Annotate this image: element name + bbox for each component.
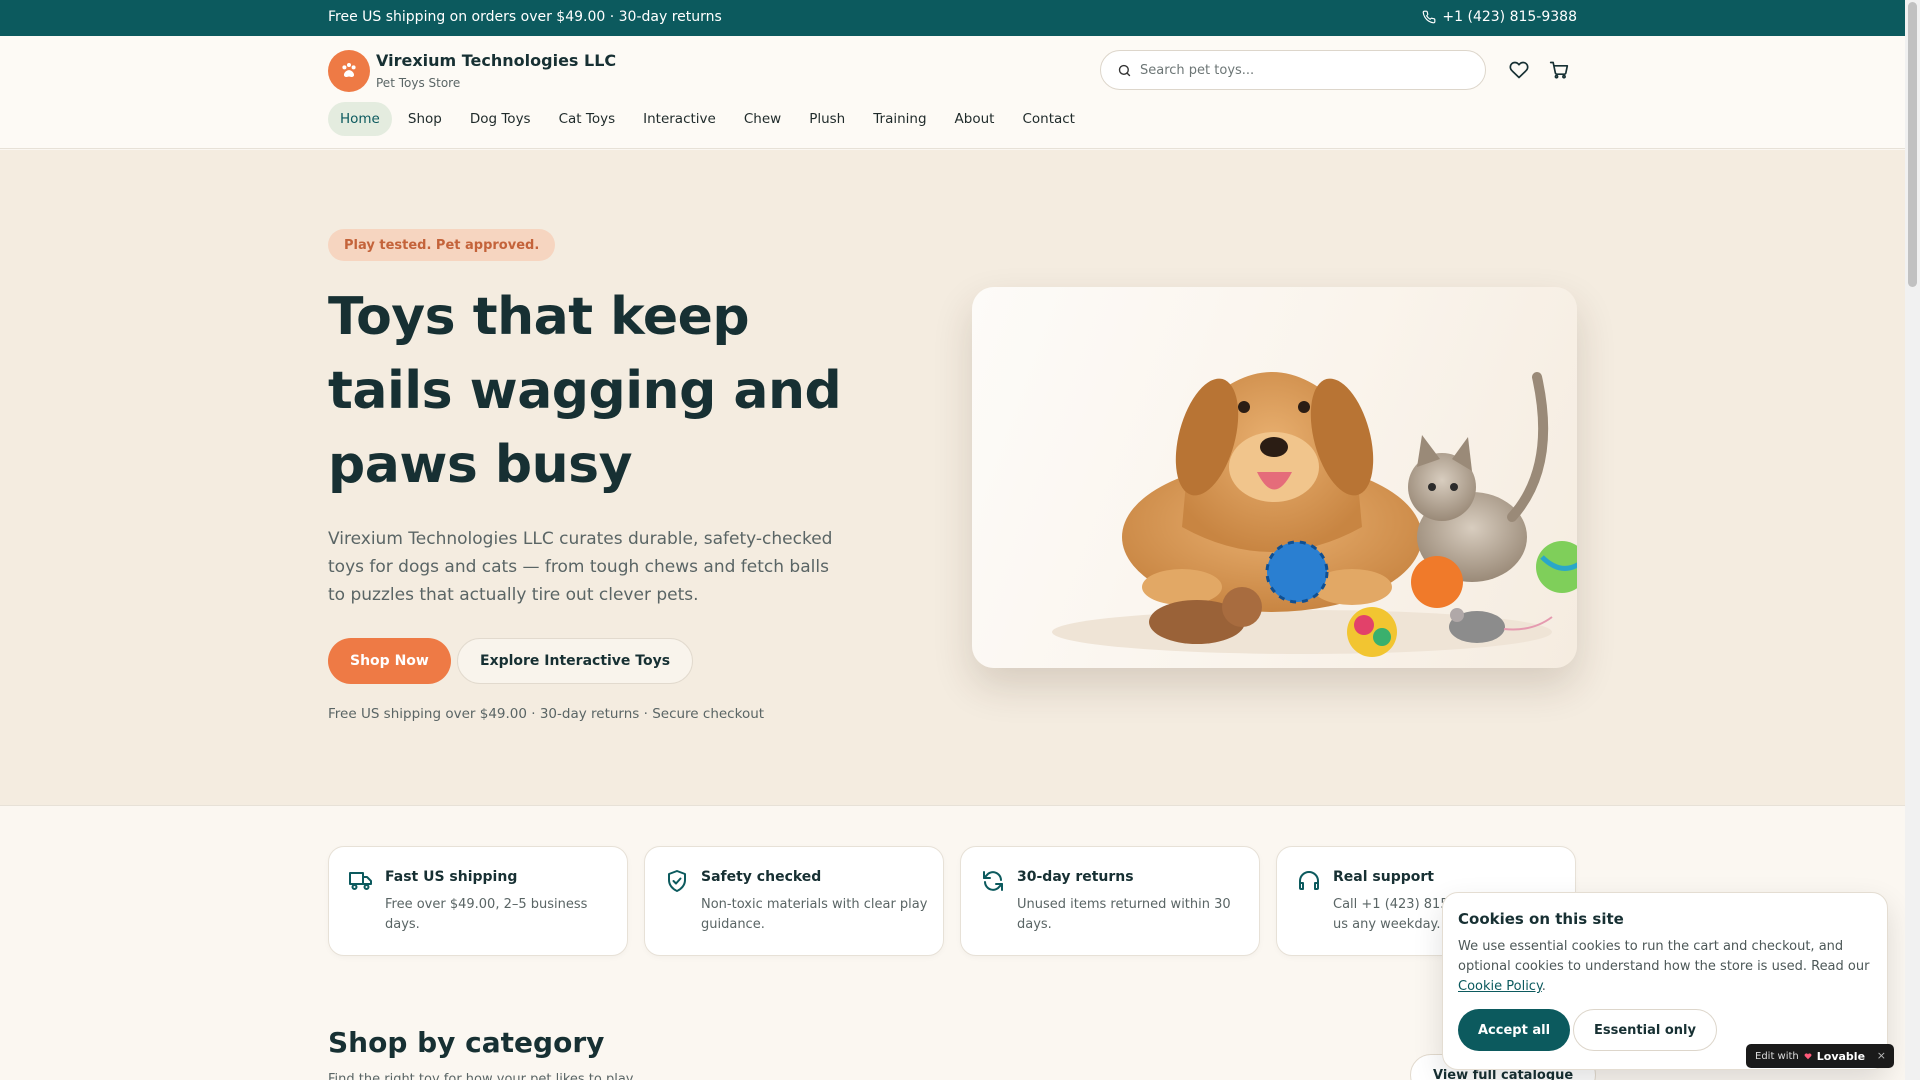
promo-text: Free US shipping on orders over $49.00 ·… xyxy=(328,9,722,25)
feature-desc: Free over $49.00, 2–5 business days. xyxy=(385,897,588,932)
phone-link[interactable]: +1 (423) 815-9388 xyxy=(1422,9,1577,25)
knot-ball xyxy=(1347,607,1397,657)
feature-card: Safety checked Non-toxic materials with … xyxy=(644,846,944,956)
nav-training[interactable]: Training xyxy=(861,102,938,136)
scrollbar-thumb[interactable] xyxy=(1908,2,1917,287)
cookie-body: We use essential cookies to run the cart… xyxy=(1458,939,1870,974)
blue-ball xyxy=(1267,542,1327,602)
feature-desc: Non-toxic materials with clear play guid… xyxy=(701,897,928,932)
logo[interactable] xyxy=(328,50,370,92)
feature-title: Safety checked xyxy=(701,869,822,885)
nav-contact[interactable]: Contact xyxy=(1010,102,1087,136)
nav-dog-toys[interactable]: Dog Toys xyxy=(458,102,543,136)
nav-cat-toys[interactable]: Cat Toys xyxy=(547,102,628,136)
phone-number: +1 (423) 815-9388 xyxy=(1442,9,1577,25)
heart-icon xyxy=(1509,61,1529,79)
badge-prefix: Edit with xyxy=(1755,1050,1799,1062)
close-icon[interactable]: × xyxy=(1877,1049,1886,1062)
feature-title: 30-day returns xyxy=(1017,869,1134,885)
headset-icon xyxy=(1299,871,1319,890)
dog-cat-toys-illustration xyxy=(1052,372,1577,657)
category-section-title: Shop by category xyxy=(328,1026,605,1059)
wishlist-button[interactable] xyxy=(1507,58,1531,82)
shield-check-icon xyxy=(668,870,686,892)
orange-ball xyxy=(1411,556,1463,608)
cookie-policy-link[interactable]: Cookie Policy xyxy=(1458,979,1542,994)
search-box[interactable] xyxy=(1100,50,1486,90)
feature-title: Fast US shipping xyxy=(385,869,518,885)
hero-badge: Play tested. Pet approved. xyxy=(328,229,556,261)
lovable-heart-icon xyxy=(1804,1053,1812,1060)
phone-icon xyxy=(1423,10,1436,24)
search-input[interactable] xyxy=(1140,62,1440,78)
hero-section: Play tested. Pet approved. Toys that kee… xyxy=(0,150,1905,806)
paw-icon xyxy=(342,63,356,77)
feature-cards: Fast US shipping Free over $49.00, 2–5 b… xyxy=(328,846,1576,956)
badge-brand: Lovable xyxy=(1816,1049,1866,1063)
feature-title: Real support xyxy=(1333,869,1434,885)
cart-icon xyxy=(1549,61,1569,79)
explore-interactive-button[interactable]: Explore Interactive Toys xyxy=(457,638,694,684)
hero-note: Free US shipping over $49.00 · 30-day re… xyxy=(328,706,765,722)
shop-now-button[interactable]: Shop Now xyxy=(328,638,451,684)
site-header: Virexium Technologies LLC Pet Toys Store… xyxy=(0,36,1905,149)
nav-interactive[interactable]: Interactive xyxy=(631,102,728,136)
cookie-title: Cookies on this site xyxy=(1458,910,1624,928)
nav-chew[interactable]: Chew xyxy=(732,102,793,136)
hero-image xyxy=(972,287,1577,668)
page-scrollbar[interactable] xyxy=(1905,0,1920,1080)
main-nav: Home Shop Dog Toys Cat Toys Interactive … xyxy=(328,102,1087,136)
brand-tagline: Pet Toys Store xyxy=(376,76,461,90)
nav-home[interactable]: Home xyxy=(328,102,392,136)
search-icon xyxy=(1118,64,1131,76)
nav-about[interactable]: About xyxy=(943,102,1007,136)
cart-button[interactable] xyxy=(1547,58,1571,82)
feature-desc: Unused items returned within 30 days. xyxy=(1017,897,1231,932)
promo-bar: Free US shipping on orders over $49.00 ·… xyxy=(0,0,1905,36)
brand-name[interactable]: Virexium Technologies LLC xyxy=(376,51,616,70)
feature-card: 30-day returns Unused items returned wit… xyxy=(960,846,1260,956)
essential-only-cookies-button[interactable]: Essential only xyxy=(1573,1009,1717,1051)
cookie-text: We use essential cookies to run the cart… xyxy=(1458,937,1878,997)
hero-title: Toys that keep tails wagging and paws bu… xyxy=(328,287,842,495)
accept-all-cookies-button[interactable]: Accept all xyxy=(1458,1009,1571,1051)
category-section-subtitle: Find the right toy for how your pet like… xyxy=(328,1072,636,1080)
edit-with-lovable-badge[interactable]: Edit with Lovable × xyxy=(1746,1044,1894,1068)
feature-card: Fast US shipping Free over $49.00, 2–5 b… xyxy=(328,846,628,956)
nav-plush[interactable]: Plush xyxy=(797,102,857,136)
hero-description: Virexium Technologies LLC curates durabl… xyxy=(328,529,833,605)
truck-icon xyxy=(349,872,372,890)
nav-shop[interactable]: Shop xyxy=(396,102,454,136)
cookie-period: . xyxy=(1541,979,1546,994)
refresh-icon xyxy=(983,871,1003,891)
